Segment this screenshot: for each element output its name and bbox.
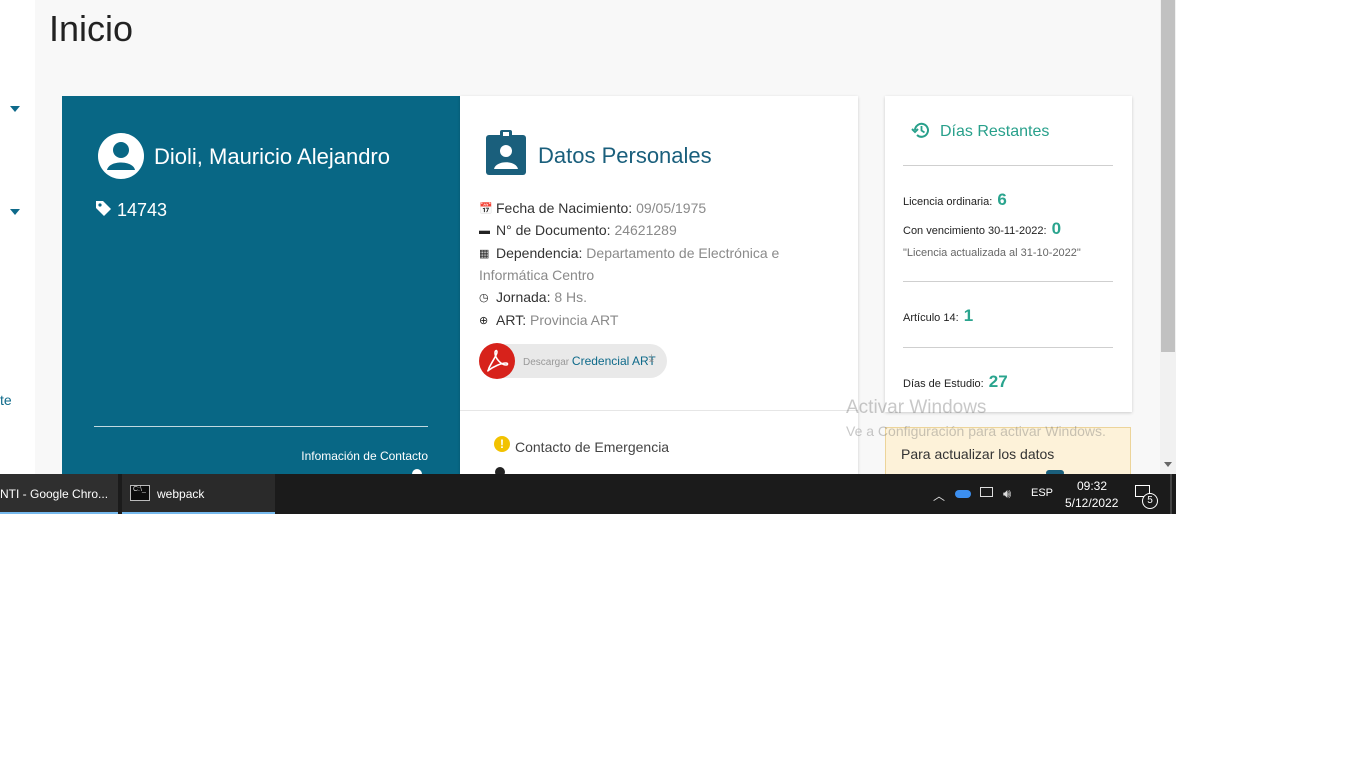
art-row: ⊕ ART: Provincia ART: [479, 310, 809, 332]
contact-info-label[interactable]: Infomación de Contacto: [301, 449, 428, 463]
dependency-row: ▦ Dependencia: Departamento de Electrónic…: [479, 243, 809, 286]
tag-icon: [96, 201, 111, 216]
terminal-icon: C:\_: [130, 485, 150, 501]
document-row: ▬ N° de Documento: 24621289: [479, 220, 809, 242]
employee-number: 14743: [117, 200, 168, 220]
divider: [903, 281, 1113, 282]
personal-data-title: Datos Personales: [538, 143, 712, 168]
row-value: 6: [997, 190, 1007, 209]
onedrive-cloud-icon[interactable]: [955, 490, 971, 498]
divider: [903, 165, 1113, 166]
personal-data-card: Datos Personales 📅 Fecha de Nacimiento: 0…: [460, 96, 858, 477]
history-icon: [911, 122, 929, 138]
clock-time[interactable]: 09:32: [1077, 479, 1107, 493]
calendar-icon: 📅: [479, 203, 493, 215]
activation-watermark-text: Ve a Configuración para activar Windows.: [846, 423, 1106, 439]
row-label: Con vencimiento 30-11-2022:: [903, 225, 1047, 237]
activation-watermark-title: Activar Windows: [846, 397, 987, 418]
browser-viewport: te Inicio Dioli, Mauricio Alejandro 1474…: [0, 0, 1176, 514]
row-value: 0: [1051, 219, 1062, 238]
field-label: Jornada:: [496, 289, 551, 305]
taskbar-chrome-window[interactable]: NTI - Google Chro...: [0, 474, 118, 514]
study-days-row: Días de Estudio: 27: [903, 372, 1008, 392]
download-prefix: Descargar: [523, 357, 570, 368]
windows-taskbar: NTI - Google Chro... C:\_ webpack ︿ 🔊︎ E…: [0, 474, 1176, 514]
sidebar: te: [0, 0, 35, 474]
divider: [460, 410, 858, 411]
birth-date-row: 📅 Fecha de Nacimiento: 09/05/1975: [479, 198, 809, 220]
chevron-down-icon[interactable]: [10, 209, 20, 215]
clock-date[interactable]: 5/12/2022: [1065, 496, 1118, 510]
badge-icon: [486, 130, 526, 175]
sidebar-item-label[interactable]: te: [0, 392, 12, 408]
chevron-down-icon[interactable]: [10, 106, 20, 112]
pdf-icon: [479, 343, 515, 379]
field-label: N° de Documento:: [496, 222, 611, 238]
plus-circle-icon: ⊕: [479, 315, 489, 327]
download-icon: ⤓: [649, 353, 654, 365]
row-label: Días de Estudio:: [903, 378, 984, 390]
show-desktop-button[interactable]: [1170, 474, 1172, 514]
field-label: Dependencia:: [496, 245, 583, 261]
building-icon: ▦: [479, 248, 490, 260]
network-icon[interactable]: [980, 487, 993, 497]
taskbar-webpack-window[interactable]: C:\_ webpack: [122, 474, 275, 514]
notification-count-badge: 5: [1142, 493, 1158, 509]
volume-icon[interactable]: 🔊︎: [1003, 486, 1011, 502]
field-value: 09/05/1975: [636, 200, 707, 216]
credential-link[interactable]: Credencial ART: [572, 354, 656, 368]
license-note: "Licencia actualizada al 31-10-2022": [903, 247, 1081, 259]
taskbar-item-label: NTI - Google Chro...: [0, 487, 109, 501]
row-value: 27: [988, 372, 1008, 391]
user-avatar-icon: [98, 133, 144, 179]
row-label: Artículo 14:: [903, 312, 959, 324]
remaining-days-title: Días Restantes: [940, 123, 1050, 140]
vertical-scrollbar[interactable]: [1160, 0, 1176, 474]
notice-text: Para actualizar los datos: [901, 446, 1055, 462]
ordinary-license-row: Licencia ordinaria: 6: [903, 190, 1007, 210]
clock-icon: ◷: [479, 292, 489, 304]
scroll-down-arrow-icon[interactable]: [1164, 462, 1172, 467]
scrollbar-thumb[interactable]: [1161, 0, 1175, 352]
card-icon: ▬: [479, 225, 490, 237]
schedule-row: ◷ Jornada: 8 Hs.: [479, 287, 809, 309]
remaining-days-card: Días Restantes Licencia ordinaria: 6 Con…: [885, 96, 1132, 412]
field-value: 8 Hs.: [554, 289, 588, 305]
page-title: Inicio: [49, 8, 134, 49]
emergency-contact-heading: Contacto de Emergencia: [515, 439, 670, 455]
row-value: 1: [963, 306, 974, 325]
download-credential-button[interactable]: Descargar Credencial ART ⤓: [479, 343, 667, 379]
field-value: 24621289: [614, 222, 677, 238]
divider: [903, 347, 1113, 348]
warning-icon: !: [494, 436, 510, 452]
divider: [94, 426, 428, 427]
tray-chevron-up-icon[interactable]: ︿: [933, 487, 945, 504]
profile-name: Dioli, Mauricio Alejandro: [154, 144, 390, 169]
input-language[interactable]: ESP: [1031, 487, 1053, 499]
article-14-row: Artículo 14: 1: [903, 306, 973, 326]
row-label: Licencia ordinaria:: [903, 196, 993, 208]
taskbar-item-label: webpack: [157, 487, 205, 501]
download-label: Descargar Credencial ART: [523, 354, 656, 368]
field-label: ART:: [496, 312, 527, 328]
field-value: Provincia ART: [529, 312, 619, 328]
field-label: Fecha de Nacimiento:: [496, 200, 633, 216]
profile-card: Dioli, Mauricio Alejandro 14743 Infomaci…: [62, 96, 460, 479]
expiring-license-row: Con vencimiento 30-11-2022: 0: [903, 219, 1061, 239]
